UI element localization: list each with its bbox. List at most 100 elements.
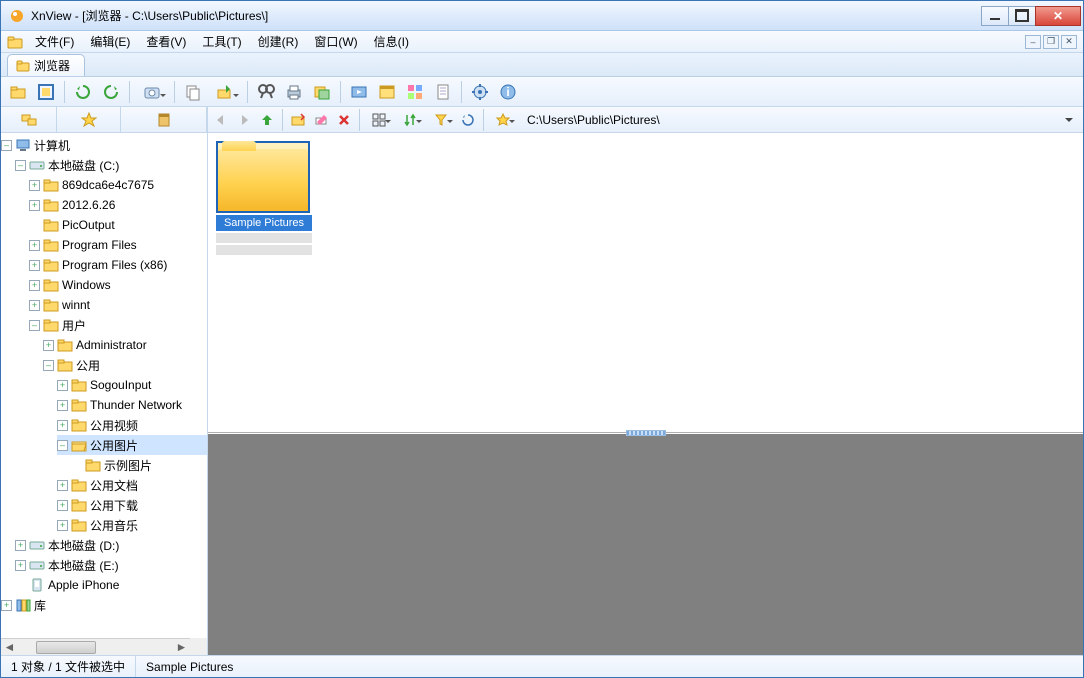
close-button[interactable] bbox=[1035, 6, 1081, 26]
tab-label: 浏览器 bbox=[34, 57, 70, 74]
new-folder-button[interactable] bbox=[287, 109, 309, 131]
rotate-right-button[interactable] bbox=[98, 79, 124, 105]
folder-icon bbox=[85, 457, 101, 473]
browser-panel: C:\Users\Public\Pictures\ Sample Picture… bbox=[208, 107, 1083, 655]
maximize-button[interactable] bbox=[1008, 6, 1036, 26]
menu-edit[interactable]: 编辑(E) bbox=[82, 31, 138, 52]
back-button[interactable] bbox=[210, 109, 232, 131]
tree-label: 本地磁盘 (D:) bbox=[48, 537, 119, 554]
mdi-restore[interactable]: ❐ bbox=[1043, 35, 1059, 49]
library-icon bbox=[15, 597, 31, 613]
tree-label: 869dca6e4c7675 bbox=[62, 178, 154, 192]
webpage-button[interactable] bbox=[374, 79, 400, 105]
tree-label: Program Files (x86) bbox=[62, 258, 167, 272]
categories-icon[interactable] bbox=[153, 109, 175, 131]
path-dropdown-icon[interactable] bbox=[1065, 118, 1073, 126]
folder-icon bbox=[43, 217, 59, 233]
menu-info[interactable]: 信息(I) bbox=[366, 31, 417, 52]
splitter-handle[interactable] bbox=[626, 430, 666, 436]
fullscreen-button[interactable] bbox=[33, 79, 59, 105]
folder-icon bbox=[43, 297, 59, 313]
up-button[interactable] bbox=[256, 109, 278, 131]
toolbar-sep bbox=[247, 81, 248, 103]
window: XnView - [浏览器 - C:\Users\Public\Pictures… bbox=[0, 0, 1084, 678]
tree-label: 本地磁盘 (C:) bbox=[48, 157, 119, 174]
folder-icon bbox=[43, 197, 59, 213]
toolbar-sep bbox=[461, 81, 462, 103]
main-toolbar: i bbox=[1, 77, 1083, 107]
tab-browser[interactable]: 浏览器 bbox=[7, 54, 85, 76]
tree-hscroll[interactable]: ◄► bbox=[1, 638, 190, 655]
folder-icon bbox=[43, 257, 59, 273]
view-mode-button[interactable] bbox=[364, 109, 394, 131]
folder-icon bbox=[71, 477, 87, 493]
content-area: –计算机 –本地磁盘 (C:) +869dca6e4c7675 +2012.6.… bbox=[1, 107, 1083, 655]
status-count: 1 对象 / 1 文件被选中 bbox=[1, 656, 136, 677]
device-icon bbox=[29, 577, 45, 593]
thumbnail-image bbox=[216, 141, 310, 213]
folder-icon bbox=[43, 177, 59, 193]
menu-create[interactable]: 创建(R) bbox=[250, 31, 307, 52]
print-button[interactable] bbox=[281, 79, 307, 105]
nav-toolbar: C:\Users\Public\Pictures\ bbox=[208, 107, 1083, 133]
about-button[interactable]: i bbox=[495, 79, 521, 105]
refresh-button[interactable] bbox=[457, 109, 479, 131]
tree-label: 公用音乐 bbox=[90, 517, 138, 534]
folder-icon bbox=[71, 497, 87, 513]
sort-button[interactable] bbox=[395, 109, 425, 131]
batch-convert-button[interactable] bbox=[309, 79, 335, 105]
toolbar-sep bbox=[174, 81, 175, 103]
tab-row: 浏览器 bbox=[1, 53, 1083, 77]
thumbnail-meta bbox=[216, 245, 312, 255]
tree-label: Program Files bbox=[62, 238, 137, 252]
minimize-button[interactable] bbox=[981, 6, 1009, 26]
tree-label: 示例图片 bbox=[104, 457, 152, 474]
delete-button[interactable] bbox=[333, 109, 355, 131]
drive-icon bbox=[29, 557, 45, 573]
folders-icon[interactable] bbox=[18, 109, 40, 131]
mdi-controls: – ❐ ✕ bbox=[1025, 35, 1077, 49]
copy-button[interactable] bbox=[180, 79, 206, 105]
tree-label: 库 bbox=[34, 597, 46, 614]
tree-label: 公用 bbox=[76, 357, 100, 374]
thumbnail-item[interactable]: Sample Pictures bbox=[216, 141, 312, 255]
settings-button[interactable] bbox=[467, 79, 493, 105]
menu-view[interactable]: 查看(V) bbox=[138, 31, 194, 52]
folder-icon bbox=[71, 517, 87, 533]
favorite-button[interactable] bbox=[488, 109, 518, 131]
folder-open-icon bbox=[71, 437, 87, 453]
folder-toolbar bbox=[1, 107, 207, 133]
menu-file[interactable]: 文件(F) bbox=[27, 31, 82, 52]
export-button[interactable] bbox=[208, 79, 242, 105]
drive-icon bbox=[29, 537, 45, 553]
tree-label: 2012.6.26 bbox=[62, 198, 115, 212]
menu-window[interactable]: 窗口(W) bbox=[306, 31, 365, 52]
forward-button[interactable] bbox=[233, 109, 255, 131]
slideshow-button[interactable] bbox=[346, 79, 372, 105]
mdi-close[interactable]: ✕ bbox=[1061, 35, 1077, 49]
toolbar-sep bbox=[359, 109, 360, 131]
drive-icon bbox=[29, 157, 45, 173]
scroll-corner bbox=[190, 638, 207, 655]
rotate-left-button[interactable] bbox=[70, 79, 96, 105]
folder-tree[interactable]: –计算机 –本地磁盘 (C:) +869dca6e4c7675 +2012.6.… bbox=[1, 133, 207, 638]
thumbnail-area[interactable]: Sample Pictures bbox=[208, 133, 1083, 433]
folder-icon bbox=[43, 237, 59, 253]
folder-icon bbox=[57, 357, 73, 373]
rename-button[interactable] bbox=[310, 109, 332, 131]
tree-label: Windows bbox=[62, 278, 111, 292]
contact-sheet-button[interactable] bbox=[402, 79, 428, 105]
search-button[interactable] bbox=[253, 79, 279, 105]
mdi-minimize[interactable]: – bbox=[1025, 35, 1041, 49]
path-display[interactable]: C:\Users\Public\Pictures\ bbox=[527, 113, 1064, 127]
open-button[interactable] bbox=[5, 79, 31, 105]
menu-tools[interactable]: 工具(T) bbox=[194, 31, 249, 52]
filter-button[interactable] bbox=[426, 109, 456, 131]
multipage-button[interactable] bbox=[430, 79, 456, 105]
tree-label: Apple iPhone bbox=[48, 578, 119, 592]
computer-icon bbox=[15, 137, 31, 153]
favorites-icon[interactable] bbox=[78, 109, 100, 131]
folder-icon bbox=[43, 277, 59, 293]
acquire-button[interactable] bbox=[135, 79, 169, 105]
toolbar-sep bbox=[340, 81, 341, 103]
